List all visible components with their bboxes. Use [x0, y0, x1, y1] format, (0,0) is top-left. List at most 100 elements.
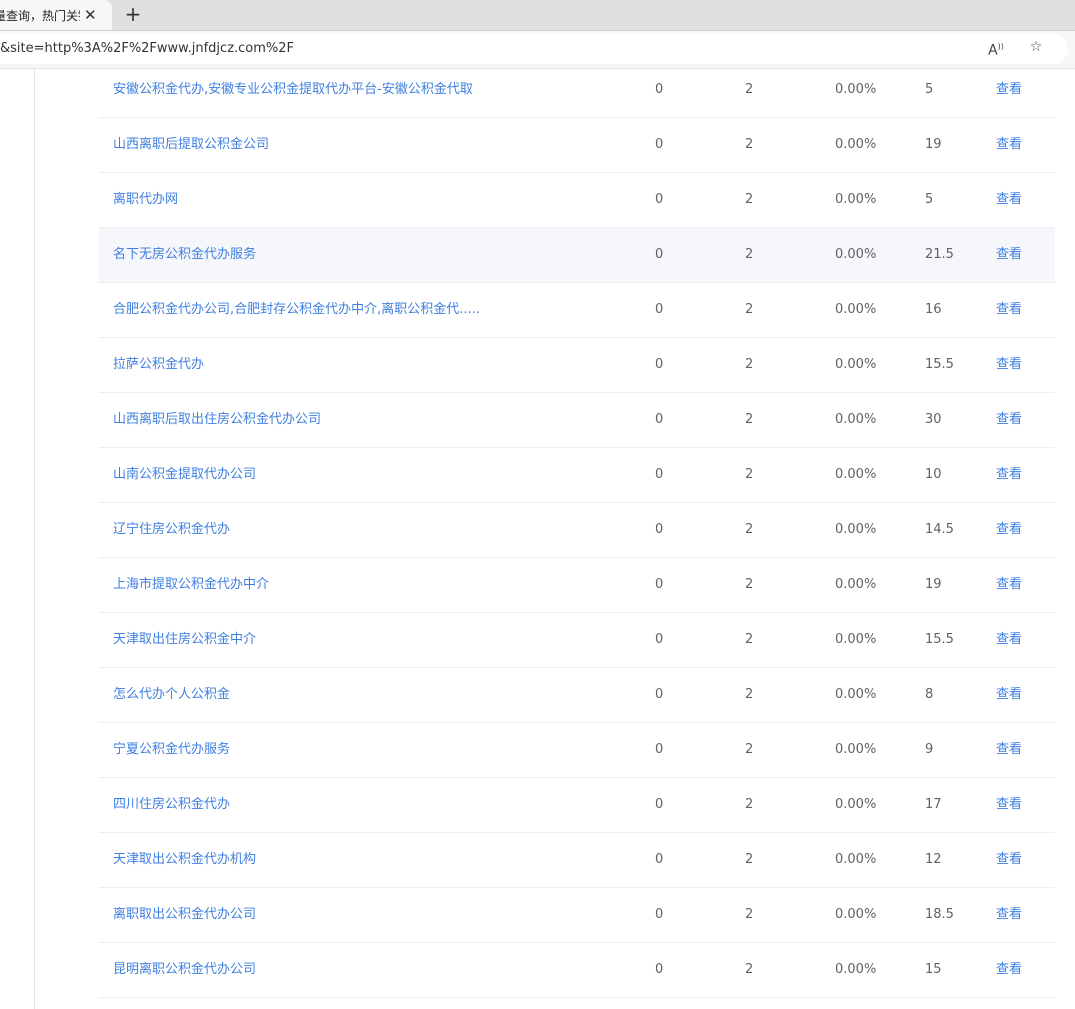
- table-row: 怎么代办个人公积金 0 2 0.00% 8 查看: [99, 668, 1055, 723]
- percent-cell: 0.00%: [835, 742, 877, 757]
- keyword-link[interactable]: 四川住房公积金代办: [113, 778, 230, 832]
- close-icon[interactable]: ✕: [84, 7, 97, 23]
- view-link[interactable]: 查看: [996, 888, 1022, 942]
- value-cell: 0: [655, 687, 664, 702]
- value-cell: 21.5: [925, 247, 954, 262]
- keyword-link[interactable]: 怎么代办个人公积金: [113, 668, 230, 722]
- keyword-link[interactable]: 昆明离职公积金代办公司: [113, 943, 256, 997]
- table-row: 四川住房公积金代办 0 2 0.00% 17 查看: [99, 778, 1055, 833]
- new-tab-plus-icon[interactable]: +: [122, 3, 144, 25]
- value-cell: 2: [745, 247, 754, 262]
- keyword-link[interactable]: 天津取出公积金代办机构: [113, 833, 256, 887]
- value-cell: 2: [745, 632, 754, 647]
- table-row: 离职代办网 0 2 0.00% 5 查看: [99, 173, 1055, 228]
- value-cell: 8: [925, 687, 934, 702]
- view-link[interactable]: 查看: [996, 503, 1022, 557]
- value-cell: 18.5: [925, 907, 954, 922]
- table-row: 合肥公积金代办公司,合肥封存公积金代办中介,离职公积金代..... 0 2 0.00%…: [99, 283, 1055, 338]
- keyword-link[interactable]: 合肥公积金代办公司,合肥封存公积金代办中介,离职公积金代.....: [113, 283, 480, 337]
- keyword-link[interactable]: 离职代办网: [113, 173, 178, 227]
- value-cell: 17: [925, 797, 942, 812]
- value-cell: 0: [655, 742, 664, 757]
- value-cell: 2: [745, 907, 754, 922]
- percent-cell: 0.00%: [835, 357, 877, 372]
- value-cell: 2: [745, 302, 754, 317]
- keyword-link[interactable]: 宁夏公积金代办服务: [113, 723, 230, 777]
- url-text: &site=http%3A%2F%2Fwww.jnfdjcz.com%2F: [0, 41, 295, 56]
- keyword-link[interactable]: 名下无房公积金代办服务: [113, 228, 256, 282]
- tab-title: 量查询，热门关键: [0, 8, 80, 23]
- browser-tab-bar: 量查询，热门关键 ✕ +: [0, 0, 1075, 31]
- view-link[interactable]: 查看: [996, 228, 1022, 282]
- value-cell: 5: [925, 192, 934, 207]
- value-cell: 15.5: [925, 632, 954, 647]
- table-row: 名下无房公积金代办服务 0 2 0.00% 21.5 查看: [99, 228, 1055, 283]
- value-cell: 0: [655, 907, 664, 922]
- keyword-link[interactable]: 天津取出住房公积金中介: [113, 613, 256, 667]
- keyword-link[interactable]: 拉萨公积金代办: [113, 338, 204, 392]
- table-row: 山西离职后提取公积金公司 0 2 0.00% 19 查看: [99, 118, 1055, 173]
- value-cell: 0: [655, 247, 664, 262]
- keyword-link[interactable]: 辽宁住房公积金代办: [113, 503, 230, 557]
- value-cell: 2: [745, 797, 754, 812]
- browser-tab[interactable]: 量查询，热门关键 ✕: [0, 0, 112, 30]
- value-cell: 0: [655, 797, 664, 812]
- view-link[interactable]: 查看: [996, 118, 1022, 172]
- view-link[interactable]: 查看: [996, 283, 1022, 337]
- keyword-link[interactable]: 离职取出公积金代办公司: [113, 888, 256, 942]
- favorite-star-icon[interactable]: ☆: [1026, 37, 1046, 57]
- view-link[interactable]: 查看: [996, 723, 1022, 777]
- value-cell: 2: [745, 852, 754, 867]
- view-link[interactable]: 查看: [996, 393, 1022, 447]
- percent-cell: 0.00%: [835, 577, 877, 592]
- table-row: 拉萨公积金代办 0 2 0.00% 15.5 查看: [99, 338, 1055, 393]
- value-cell: 0: [655, 522, 664, 537]
- value-cell: 10: [925, 467, 942, 482]
- percent-cell: 0.00%: [835, 302, 877, 317]
- percent-cell: 0.00%: [835, 247, 877, 262]
- percent-cell: 0.00%: [835, 852, 877, 867]
- value-cell: 2: [745, 192, 754, 207]
- table-row: 天津取出公积金代办机构 0 2 0.00% 12 查看: [99, 833, 1055, 888]
- value-cell: 2: [745, 687, 754, 702]
- percent-cell: 0.00%: [835, 192, 877, 207]
- value-cell: 0: [655, 192, 664, 207]
- left-sidebar-divider: [34, 69, 35, 1009]
- view-link[interactable]: 查看: [996, 778, 1022, 832]
- value-cell: 0: [655, 412, 664, 427]
- value-cell: 30: [925, 412, 942, 427]
- keyword-link[interactable]: 上海市提取公积金代办中介: [113, 558, 269, 612]
- view-link[interactable]: 查看: [996, 943, 1022, 997]
- percent-cell: 0.00%: [835, 797, 877, 812]
- keyword-link[interactable]: 山南公积金提取代办公司: [113, 448, 256, 502]
- percent-cell: 0.00%: [835, 632, 877, 647]
- keyword-link[interactable]: 安徽公积金代办,安徽专业公积金提取代办平台-安徽公积金代取: [113, 63, 473, 117]
- view-link[interactable]: 查看: [996, 338, 1022, 392]
- read-aloud-icon[interactable]: A)): [986, 37, 1006, 59]
- value-cell: 2: [745, 137, 754, 152]
- table-row: 离职取出公积金代办公司 0 2 0.00% 18.5 查看: [99, 888, 1055, 943]
- value-cell: 0: [655, 962, 664, 977]
- view-link[interactable]: 查看: [996, 668, 1022, 722]
- table-row: 安徽公积金代办,安徽专业公积金提取代办平台-安徽公积金代取 0 2 0.00% 5 查看: [99, 63, 1055, 118]
- percent-cell: 0.00%: [835, 412, 877, 427]
- table-row: 辽宁住房公积金代办 0 2 0.00% 14.5 查看: [99, 503, 1055, 558]
- percent-cell: 0.00%: [835, 907, 877, 922]
- value-cell: 0: [655, 852, 664, 867]
- table-row: 上海市提取公积金代办中介 0 2 0.00% 19 查看: [99, 558, 1055, 613]
- view-link[interactable]: 查看: [996, 833, 1022, 887]
- view-link[interactable]: 查看: [996, 558, 1022, 612]
- value-cell: 2: [745, 412, 754, 427]
- value-cell: 2: [745, 82, 754, 97]
- view-link[interactable]: 查看: [996, 613, 1022, 667]
- view-link[interactable]: 查看: [996, 448, 1022, 502]
- keyword-link[interactable]: 山西离职后提取公积金公司: [113, 118, 269, 172]
- table-row: 天津取出住房公积金中介 0 2 0.00% 15.5 查看: [99, 613, 1055, 668]
- view-link[interactable]: 查看: [996, 63, 1022, 117]
- value-cell: 19: [925, 137, 942, 152]
- percent-cell: 0.00%: [835, 467, 877, 482]
- view-link[interactable]: 查看: [996, 173, 1022, 227]
- keyword-link[interactable]: 山西离职后取出住房公积金代办公司: [113, 393, 321, 447]
- url-field[interactable]: &site=http%3A%2F%2Fwww.jnfdjcz.com%2F: [0, 34, 1068, 64]
- value-cell: 2: [745, 522, 754, 537]
